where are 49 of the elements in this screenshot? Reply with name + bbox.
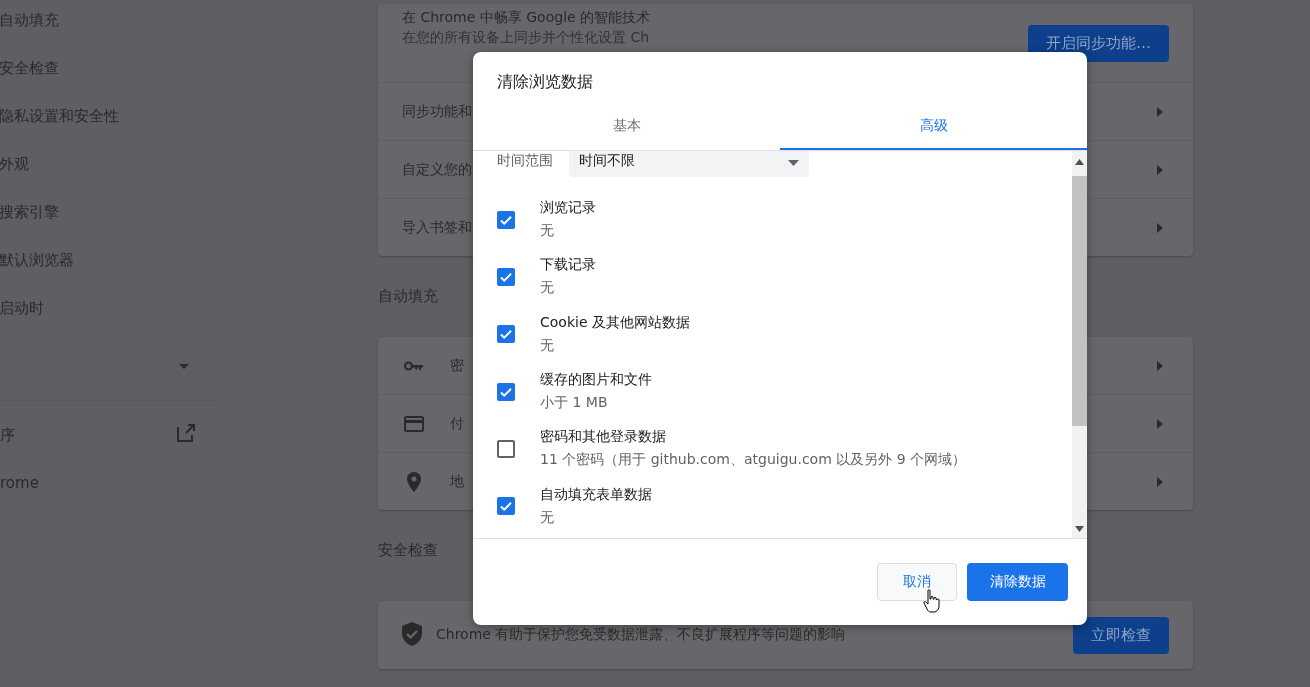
option-detail: 无: [540, 508, 555, 527]
arrow-icon: [1157, 418, 1163, 429]
option-label: 浏览记录: [540, 199, 596, 218]
settings-row-label[interactable]: 密: [450, 356, 464, 375]
settings-row-label[interactable]: 地: [450, 472, 464, 491]
dropdown-caret-icon: [788, 160, 799, 166]
tab[interactable]: 基本: [473, 104, 780, 150]
location-pin-icon: [407, 471, 421, 492]
option-label: 密码和其他登录数据: [540, 428, 667, 447]
checkbox[interactable]: [497, 267, 515, 286]
option-label: Cookie 及其他网站数据: [540, 313, 690, 332]
option-detail: 无: [540, 336, 555, 355]
checkbox[interactable]: [497, 325, 515, 344]
option-label: 下载记录: [540, 256, 596, 275]
check-now-button[interactable]: 立即检查: [1073, 616, 1169, 654]
option-detail: 无: [540, 279, 555, 298]
scroll-up-icon[interactable]: [1075, 159, 1084, 165]
settings-row-label[interactable]: 自定义您的: [402, 160, 472, 179]
credit-card-icon: [404, 415, 424, 432]
option-detail: 11 个密码（用于 github.com、atguigu.com 以及另外 9 个网域）: [540, 451, 967, 470]
settings-row-label[interactable]: 同步功能和: [402, 102, 472, 121]
dialog-title: 清除浏览数据: [496, 71, 594, 93]
time-range-dropdown[interactable]: 时间不限: [569, 151, 809, 177]
checkbox[interactable]: [497, 210, 515, 229]
arrow-icon: [1157, 222, 1163, 233]
dropdown-caret-icon[interactable]: [179, 363, 189, 369]
option-label: 缓存的图片和文件: [540, 371, 652, 390]
option-detail: 无: [540, 222, 555, 241]
checkbox[interactable]: [497, 382, 515, 401]
checkbox[interactable]: [497, 439, 515, 458]
clear-data-button[interactable]: 清除数据: [967, 563, 1068, 601]
checkbox[interactable]: [497, 497, 515, 516]
tab[interactable]: 高级: [780, 104, 1087, 150]
hand-cursor-icon: [923, 589, 941, 613]
arrow-icon: [1157, 164, 1163, 175]
option-label: 自动填充表单数据: [540, 485, 652, 504]
scroll-down-icon[interactable]: [1075, 526, 1084, 532]
arrow-icon: [1157, 476, 1163, 487]
external-link-icon[interactable]: [177, 424, 195, 442]
time-range-label: 时间范围: [497, 152, 553, 170]
shield-check-icon: [402, 621, 422, 646]
key-icon: [404, 360, 424, 371]
settings-row-label[interactable]: 付: [450, 414, 464, 433]
option-detail: 小于 1 MB: [540, 394, 609, 413]
arrow-icon: [1157, 106, 1163, 117]
settings-row-label[interactable]: 导入书签和: [402, 218, 472, 237]
sync-title: 在 Chrome 中畅享 Google 的智能技术: [402, 9, 651, 27]
scrollbar[interactable]: [1072, 151, 1087, 538]
arrow-icon: [1157, 360, 1163, 371]
